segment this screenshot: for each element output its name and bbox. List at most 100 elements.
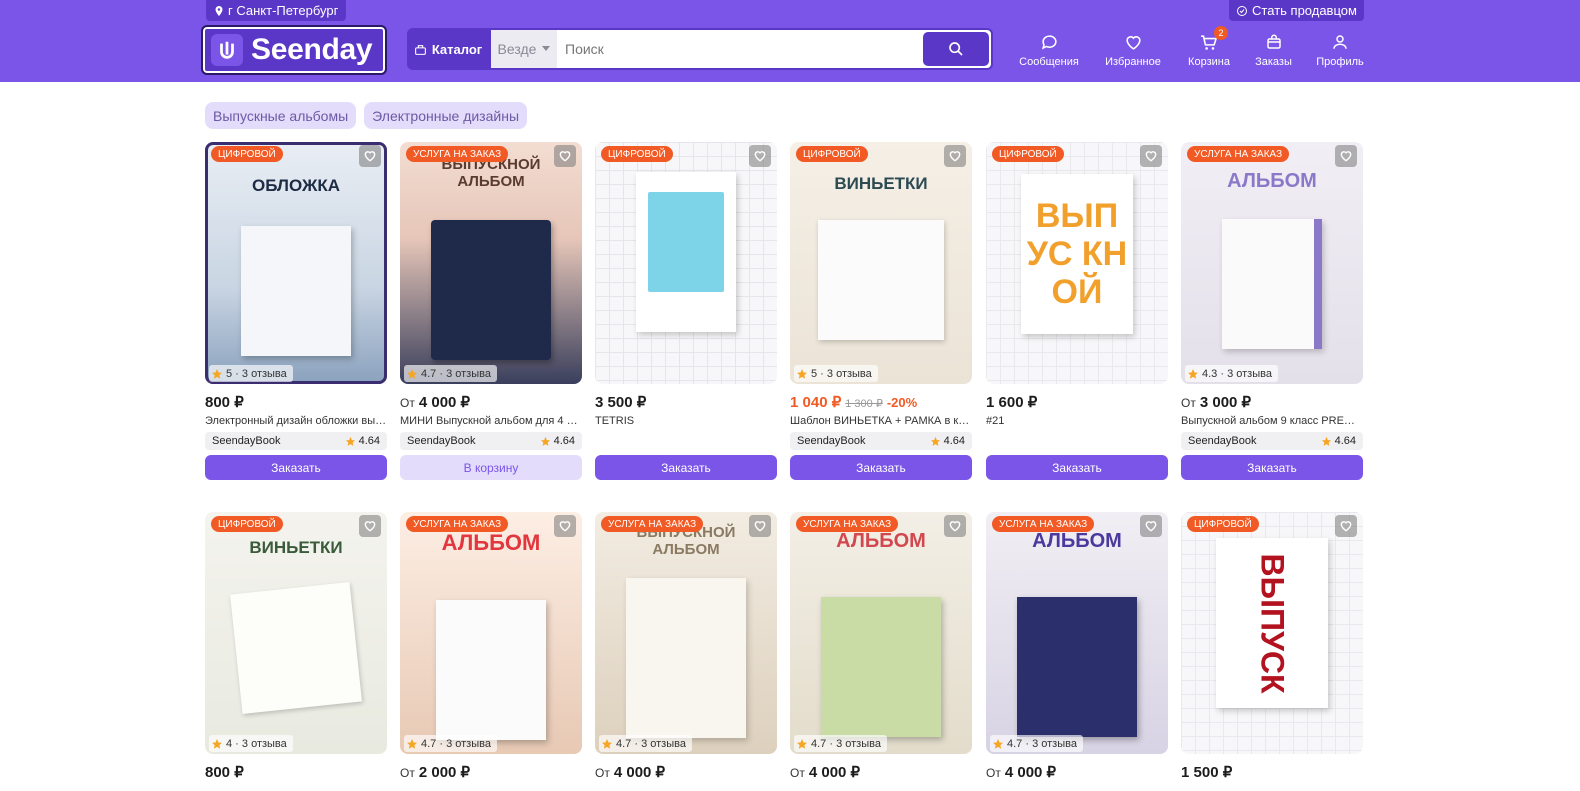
product-title[interactable]: Выпускной альбом 9 класс PREMIUM bbox=[1181, 415, 1363, 427]
nav-favorites[interactable]: Избранное bbox=[1104, 32, 1162, 68]
product-rating: 4.7 · 3 отзыва bbox=[404, 735, 497, 752]
rating-text: 4.7 · 3 отзыва bbox=[1007, 737, 1077, 750]
price-value: 4 000 ₽ bbox=[613, 764, 666, 781]
favorite-button[interactable] bbox=[749, 515, 771, 537]
favorite-button[interactable] bbox=[359, 515, 381, 537]
product-rating: 4.3 · 3 отзыва bbox=[1185, 365, 1278, 382]
product-rating: 5 · 3 отзыва bbox=[794, 365, 878, 382]
nav-profile-label: Профиль bbox=[1316, 56, 1364, 68]
product-title[interactable]: TETRIS bbox=[595, 415, 777, 427]
shop-info[interactable]: SeendayBook 4.64 bbox=[790, 432, 972, 450]
star-icon bbox=[1188, 368, 1198, 379]
price-value: 3 000 ₽ bbox=[1199, 394, 1252, 411]
product-image[interactable]: ВЫПУСК ЦИФРОВОЙ bbox=[1181, 512, 1363, 754]
nav-cart[interactable]: 2 Корзина bbox=[1187, 26, 1231, 68]
album-mockup bbox=[230, 582, 362, 714]
product-title[interactable]: #21 bbox=[986, 415, 1168, 427]
cart-badge: 2 bbox=[1214, 26, 1228, 40]
product-card[interactable]: АЛЬБОМ УСЛУГА НА ЗАКАЗ 4.3 · 3 отзыва От… bbox=[1181, 142, 1363, 480]
product-price: От 3 000 ₽ bbox=[1181, 393, 1363, 411]
category-chips: Выпускные альбомы Электронные дизайны bbox=[205, 102, 528, 129]
album-mockup bbox=[431, 220, 551, 360]
product-title[interactable]: МИНИ Выпускной альбом для 4 класса bbox=[400, 415, 582, 427]
order-button[interactable]: Заказать bbox=[790, 455, 972, 480]
product-card[interactable]: ОБЛОЖКА ЦИФРОВОЙ 5 · 3 отзыва 800 ₽ Элек… bbox=[205, 142, 387, 480]
product-tag: УСЛУГА НА ЗАКАЗ bbox=[796, 516, 899, 532]
favorite-button[interactable] bbox=[749, 145, 771, 167]
logo-text: Seenday bbox=[251, 33, 373, 66]
product-card[interactable]: ВИНЬЕТКИ ЦИФРОВОЙ 4 · 3 отзыва 800 ₽ bbox=[205, 512, 387, 781]
heart-icon bbox=[364, 521, 376, 532]
product-image[interactable]: АЛЬБОМ УСЛУГА НА ЗАКАЗ 4.7 · 3 отзыва bbox=[986, 512, 1168, 754]
location-pin-icon bbox=[215, 5, 223, 16]
search-button[interactable] bbox=[923, 32, 989, 66]
nav-orders[interactable]: Заказы bbox=[1255, 32, 1292, 68]
product-image[interactable]: ВЫПУСКНОЙ АЛЬБОМ УСЛУГА НА ЗАКАЗ 4.7 · 3… bbox=[400, 142, 582, 384]
favorite-button[interactable] bbox=[1140, 515, 1162, 537]
favorite-button[interactable] bbox=[1335, 515, 1357, 537]
star-icon bbox=[930, 436, 940, 446]
product-card[interactable]: ВЫПУСК ЦИФРОВОЙ 1 500 ₽ bbox=[1181, 512, 1363, 781]
product-card[interactable]: ВЫПУСКНОЙ АЛЬБОМ УСЛУГА НА ЗАКАЗ 4.7 · 3… bbox=[400, 142, 582, 480]
shop-info[interactable]: SeendayBook 4.64 bbox=[205, 432, 387, 450]
product-art-text: АЛЬБОМ bbox=[441, 530, 541, 555]
heart-icon bbox=[1340, 521, 1352, 532]
order-button[interactable]: Заказать bbox=[986, 455, 1168, 480]
chip-graduation-albums[interactable]: Выпускные альбомы bbox=[205, 102, 357, 129]
product-card[interactable]: АЛЬБОМ УСЛУГА НА ЗАКАЗ 4.7 · 3 отзыва От… bbox=[790, 512, 972, 781]
product-card[interactable]: АЛЬБОМ УСЛУГА НА ЗАКАЗ 4.7 · 3 отзыва От… bbox=[400, 512, 582, 781]
order-button[interactable]: Заказать bbox=[595, 455, 777, 480]
city-selector[interactable]: г Санкт-Петербург bbox=[206, 0, 347, 21]
price-value: 4 000 ₽ bbox=[808, 764, 861, 781]
order-button[interactable]: Заказать bbox=[1181, 455, 1363, 480]
product-image[interactable]: АЛЬБОМ УСЛУГА НА ЗАКАЗ 4.3 · 3 отзыва bbox=[1181, 142, 1363, 384]
become-seller-link[interactable]: Стать продавцом bbox=[1229, 0, 1364, 21]
product-image[interactable]: ВИНЬЕТКИ ЦИФРОВОЙ 5 · 3 отзыва bbox=[790, 142, 972, 384]
shop-info[interactable]: SeendayBook 4.64 bbox=[1181, 432, 1363, 450]
product-image[interactable]: ВЫПУСКНОЙ АЛЬБОМ УСЛУГА НА ЗАКАЗ 4.7 · 3… bbox=[595, 512, 777, 754]
product-title[interactable]: Шаблон ВИНЬЕТКА + РАМКА в коробке bbox=[790, 415, 972, 427]
search-input[interactable] bbox=[557, 30, 923, 68]
chat-icon bbox=[1041, 34, 1057, 50]
search-scope-label: Везде bbox=[497, 41, 537, 57]
shop-info[interactable]: SeendayBook 4.64 bbox=[400, 432, 582, 450]
favorite-button[interactable] bbox=[554, 145, 576, 167]
price-value: 3 500 ₽ bbox=[595, 394, 647, 411]
become-seller-label: Стать продавцом bbox=[1252, 3, 1357, 18]
catalog-button[interactable]: Каталог bbox=[407, 28, 489, 70]
product-tag: УСЛУГА НА ЗАКАЗ bbox=[406, 146, 509, 162]
favorite-button[interactable] bbox=[1335, 145, 1357, 167]
favorite-button[interactable] bbox=[554, 515, 576, 537]
product-card[interactable]: АЛЬБОМ УСЛУГА НА ЗАКАЗ 4.7 · 3 отзыва От… bbox=[986, 512, 1168, 781]
product-image[interactable]: АЛЬБОМ УСЛУГА НА ЗАКАЗ 4.7 · 3 отзыва bbox=[400, 512, 582, 754]
nav-messages[interactable]: Сообщения bbox=[1018, 32, 1080, 68]
favorite-button[interactable] bbox=[359, 145, 381, 167]
product-card[interactable]: ВЫП УС КН ОЙ ЦИФРОВОЙ 1 600 ₽ #21 Заказа… bbox=[986, 142, 1168, 480]
shop-name: SeendayBook bbox=[212, 435, 281, 447]
product-card[interactable]: ВИНЬЕТКИ ЦИФРОВОЙ 5 · 3 отзыва 1 040 ₽1 … bbox=[790, 142, 972, 480]
chip-digital-designs[interactable]: Электронные дизайны bbox=[364, 102, 528, 129]
search-bar: Везде bbox=[489, 28, 993, 70]
product-title[interactable]: Электронный дизайн обложки выпускного ал… bbox=[205, 415, 387, 427]
logo[interactable]: Seenday bbox=[201, 25, 387, 75]
favorite-button[interactable] bbox=[944, 145, 966, 167]
product-image[interactable]: АЛЬБОМ УСЛУГА НА ЗАКАЗ 4.7 · 3 отзыва bbox=[790, 512, 972, 754]
album-mockup bbox=[1017, 597, 1137, 737]
product-image[interactable]: ОБЛОЖКА ЦИФРОВОЙ 5 · 3 отзыва bbox=[205, 142, 387, 384]
product-image[interactable]: ВЫП УС КН ОЙ ЦИФРОВОЙ bbox=[986, 142, 1168, 384]
search-scope-select[interactable]: Везде bbox=[491, 30, 557, 68]
product-card[interactable]: ВЫПУСКНОЙ АЛЬБОМ УСЛУГА НА ЗАКАЗ 4.7 · 3… bbox=[595, 512, 777, 781]
product-tag: УСЛУГА НА ЗАКАЗ bbox=[406, 516, 509, 532]
product-price: 800 ₽ bbox=[205, 763, 387, 781]
price-value: 2 000 ₽ bbox=[418, 764, 471, 781]
product-price: От 4 000 ₽ bbox=[790, 763, 972, 781]
check-circle-icon bbox=[1237, 5, 1248, 16]
favorite-button[interactable] bbox=[1140, 145, 1162, 167]
product-image[interactable]: ЦИФРОВОЙ bbox=[595, 142, 777, 384]
order-button[interactable]: Заказать bbox=[205, 455, 387, 480]
add-to-cart-button[interactable]: В корзину bbox=[400, 455, 582, 480]
nav-profile[interactable]: Профиль bbox=[1316, 32, 1364, 68]
product-image[interactable]: ВИНЬЕТКИ ЦИФРОВОЙ 4 · 3 отзыва bbox=[205, 512, 387, 754]
product-card[interactable]: ЦИФРОВОЙ 3 500 ₽ TETRIS Заказать bbox=[595, 142, 777, 480]
favorite-button[interactable] bbox=[944, 515, 966, 537]
